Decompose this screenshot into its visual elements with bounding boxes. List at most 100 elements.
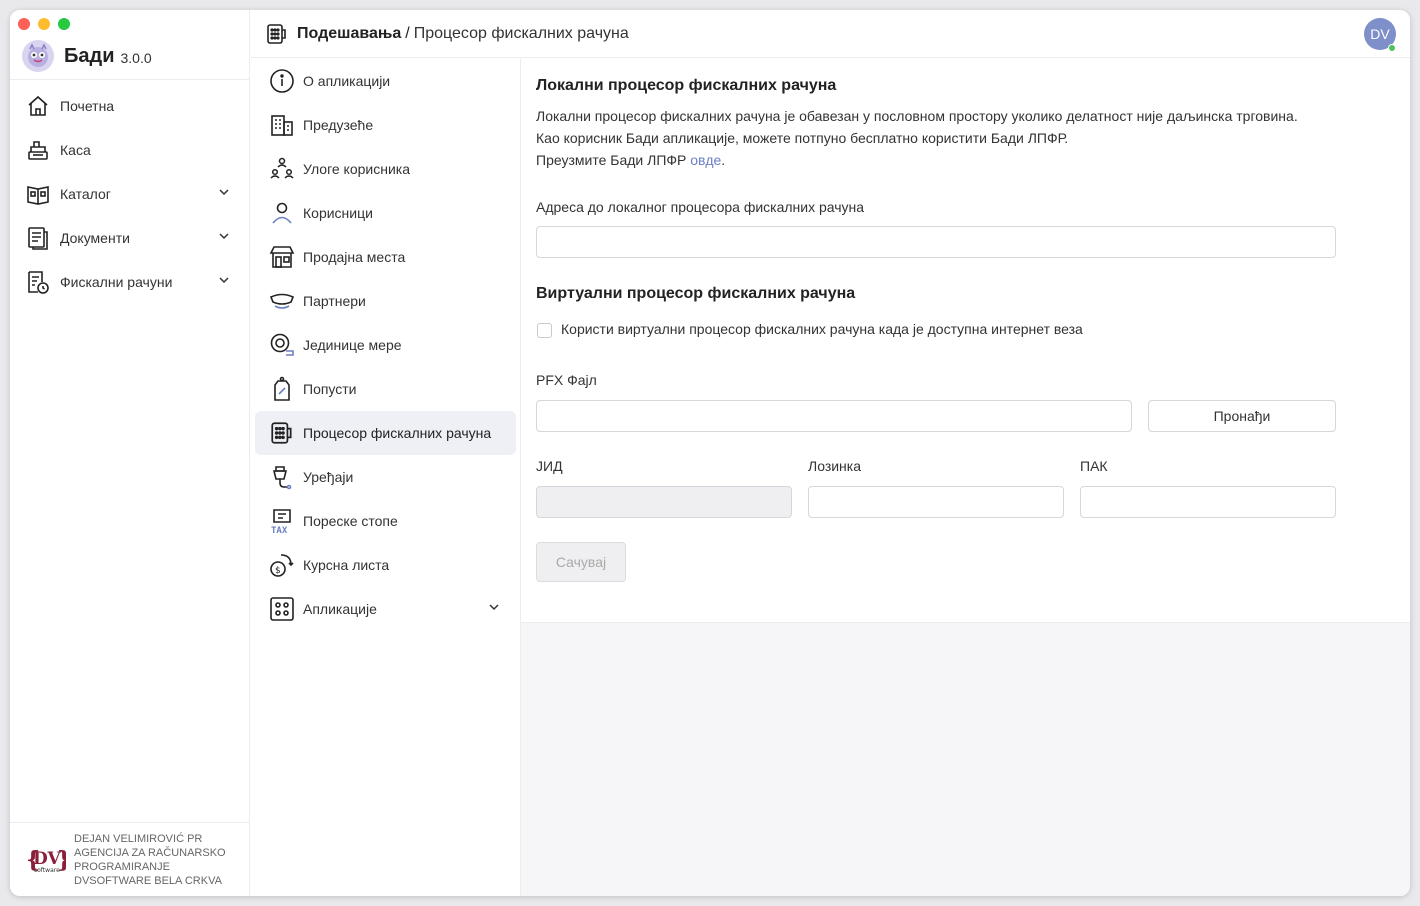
main-sidebar: Бади 3.0.0 Почетна Каса Каталог Документ… (10, 10, 250, 896)
settings-item-label: Корисници (303, 205, 373, 221)
nav-item-fiscal-receipts[interactable]: Фискални рачуни (10, 260, 250, 304)
page-title: Процесор фискалних рачуна (413, 24, 629, 42)
discount-tag-icon (269, 376, 295, 402)
local-processor-title: Локални процесор фискалних рачуна (536, 77, 837, 94)
nav-label: Каталог (60, 186, 111, 202)
description-line: Локални процесор фискалних рачуна је оба… (536, 108, 1298, 124)
units-icon (269, 332, 295, 358)
download-text-end: . (721, 152, 726, 168)
tax-icon: TAX (269, 508, 295, 534)
catalog-icon (26, 182, 50, 206)
password-label: Лозинка (808, 458, 862, 474)
password-input[interactable] (808, 486, 1064, 518)
store-icon (269, 244, 295, 270)
app-window: Бади 3.0.0 Почетна Каса Каталог Документ… (10, 10, 1410, 896)
settings-item-company[interactable]: Предузеће (255, 103, 516, 147)
building-icon (269, 112, 295, 138)
close-window-button[interactable] (18, 18, 30, 30)
main-content: Локални процесор фискалних рачуна Локалн… (521, 59, 1410, 896)
main-nav: Почетна Каса Каталог Документи Фискални … (10, 84, 250, 304)
pak-label: ПАК (1080, 458, 1108, 474)
info-icon (269, 68, 295, 94)
settings-item-discounts[interactable]: Попусти (255, 367, 516, 411)
breadcrumb-section[interactable]: Подешавања (297, 25, 401, 43)
download-link[interactable]: овде (690, 152, 721, 168)
settings-item-units[interactable]: Јединице мере (255, 323, 516, 367)
settings-item-label: Процесор фискалних рачуна (303, 425, 492, 441)
browse-button[interactable]: Пронађи (1148, 400, 1336, 432)
settings-item-label: Улоге корисника (303, 161, 410, 177)
settings-item-points-of-sale[interactable]: Продајна места (255, 235, 516, 279)
settings-item-partners[interactable]: Партнери (255, 279, 516, 323)
nav-label: Почетна (60, 98, 115, 114)
nav-item-home[interactable]: Почетна (10, 84, 250, 128)
company-line: DVSOFTWARE BELA CRKVA (74, 874, 222, 887)
settings-item-label: Јединице мере (303, 337, 402, 353)
settings-item-fiscal-processor[interactable]: Процесор фискалних рачуна (255, 411, 516, 455)
pfx-file-input[interactable] (536, 400, 1132, 432)
nav-label: Фискални рачуни (60, 274, 173, 290)
nav-item-cash-register[interactable]: Каса (10, 128, 250, 172)
nav-item-catalog[interactable]: Каталог (10, 172, 250, 216)
nav-item-documents[interactable]: Документи (10, 216, 250, 260)
app-logo-icon (22, 40, 54, 72)
chevron-down-icon[interactable] (218, 186, 230, 198)
company-line: AGENCIJA ZA RAČUNARSKO (74, 846, 226, 859)
jid-label: ЈИД (536, 458, 563, 474)
address-label: Адреса до локалног процесора фискалних р… (536, 199, 865, 215)
pak-input[interactable] (1080, 486, 1336, 518)
minimize-window-button[interactable] (38, 18, 50, 30)
settings-item-label: О апликацији (303, 73, 391, 89)
chevron-down-icon[interactable] (218, 274, 230, 286)
virtual-processor-title: Виртуални процесор фискалних рачуна (536, 285, 856, 302)
app-name: Бади (64, 44, 115, 67)
window-controls (18, 18, 70, 30)
app-version: 3.0.0 (120, 50, 152, 66)
description-line: Као корисник Бади апликације, можете пот… (536, 130, 1069, 146)
settings-item-label: Предузеће (303, 117, 374, 133)
fiscal-receipts-icon (26, 270, 50, 294)
settings-item-exchange-rates[interactable]: $ Курсна листа (255, 543, 516, 587)
address-input[interactable] (536, 226, 1336, 258)
user-roles-icon (269, 156, 295, 182)
online-status-indicator (1388, 44, 1396, 52)
apps-icon (269, 596, 295, 622)
save-button[interactable]: Сачувај (536, 542, 626, 582)
chevron-down-icon[interactable] (488, 601, 500, 613)
local-processor-description: Локални процесор фискалних рачуна је оба… (536, 105, 1298, 171)
settings-item-label: Апликације (303, 601, 377, 617)
settings-item-label: Курсна листа (303, 557, 390, 573)
download-text: Преузмите Бади ЛПФР (536, 152, 691, 168)
settings-item-about[interactable]: О апликацији (255, 59, 516, 103)
maximize-window-button[interactable] (58, 18, 70, 30)
company-line: DEJAN VELIMIROVIĆ PR (74, 832, 203, 845)
partners-icon (269, 288, 295, 314)
settings-item-label: Уређаји (303, 469, 354, 485)
settings-item-devices[interactable]: Уређаји (255, 455, 516, 499)
fiscal-processor-form: Локални процесор фискалних рачуна Локалн… (521, 59, 1410, 623)
settings-item-label: Продајна места (303, 249, 406, 265)
svg-text:TAX: TAX (271, 526, 288, 534)
settings-item-apps[interactable]: Апликације (255, 587, 516, 631)
company-line: PROGRAMIRANJE (74, 860, 170, 873)
documents-icon (26, 226, 50, 250)
page-header: Подешавања / Процесор фискалних рачуна D… (251, 10, 1410, 58)
chevron-down-icon[interactable] (218, 230, 230, 242)
divider (10, 79, 250, 80)
nav-label: Каса (60, 142, 91, 158)
nav-label: Документи (60, 230, 130, 246)
home-icon (26, 94, 50, 118)
svg-text:$: $ (275, 566, 281, 576)
pfx-file-label: PFX Фајл (536, 372, 597, 388)
settings-item-user-roles[interactable]: Улоге корисника (255, 147, 516, 191)
breadcrumb-separator: / (405, 24, 410, 42)
settings-item-users[interactable]: Корисници (255, 191, 516, 235)
user-icon (269, 200, 295, 226)
company-logo-icon: { DV } software (24, 839, 66, 881)
use-virtual-processor-label: Користи виртуални процесор фискалних рач… (561, 321, 1083, 337)
use-virtual-processor-checkbox[interactable] (537, 323, 552, 338)
jid-input (536, 486, 792, 518)
settings-item-tax-rates[interactable]: TAX Пореске стопе (255, 499, 516, 543)
cash-register-icon (26, 138, 50, 162)
app-brand: Бади 3.0.0 (22, 40, 152, 72)
